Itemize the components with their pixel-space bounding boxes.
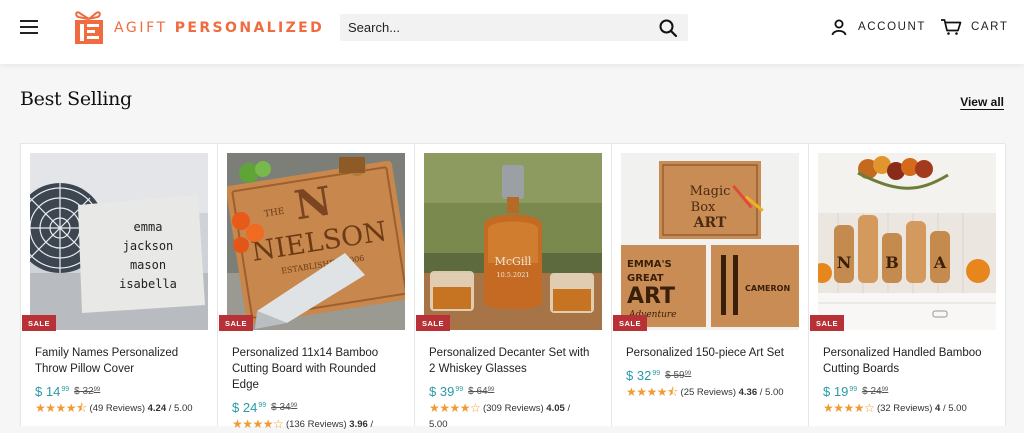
art-text-3: ART bbox=[693, 215, 727, 231]
product-image[interactable]: N B A bbox=[818, 153, 996, 330]
sale-price: $ 3999 bbox=[429, 384, 464, 399]
art-text-6: ART bbox=[627, 284, 675, 309]
price-row: $ 3299 $ 5999 bbox=[626, 368, 691, 383]
star-rating: ★★★★☆ bbox=[429, 401, 481, 415]
board-text-2: N bbox=[291, 177, 334, 229]
section-title: Best Selling bbox=[20, 88, 132, 110]
sale-badge: SALE bbox=[219, 315, 254, 331]
star-rating: ★★★★☆ bbox=[232, 417, 284, 431]
rating: ★★★★⯪ (49 Reviews) 4.24 / 5.00 bbox=[35, 401, 193, 415]
art-text-4: EMMA'S bbox=[627, 259, 672, 270]
decanter-text-1: McGill bbox=[495, 255, 532, 268]
cart-label: CART bbox=[971, 21, 1009, 33]
price-row: $ 2499 $ 3499 bbox=[232, 400, 297, 415]
star-rating: ★★★★☆ bbox=[823, 401, 875, 415]
cart-icon bbox=[941, 19, 962, 35]
cart-link[interactable]: CART bbox=[940, 18, 1009, 36]
sale-badge: SALE bbox=[613, 315, 648, 331]
product-image[interactable]: emma jackson mason isabella bbox=[30, 153, 208, 330]
art-text-5: GREAT bbox=[627, 273, 664, 284]
search-input[interactable] bbox=[348, 14, 638, 41]
price-row: $ 1499 $ 3299 bbox=[35, 384, 100, 399]
product-grid: emma jackson mason isabella SALE Family … bbox=[20, 143, 1006, 431]
price-row: $ 3999 $ 6499 bbox=[429, 384, 494, 399]
compare-price: $ 6499 bbox=[468, 386, 495, 397]
site-header: AGIFT PERSONALIZED ACCOUNT CART bbox=[0, 0, 1024, 64]
gift-logo-icon bbox=[75, 11, 103, 44]
sale-price: $ 1499 bbox=[35, 384, 70, 399]
sale-badge: SALE bbox=[810, 315, 845, 331]
view-all-link[interactable]: View all bbox=[960, 95, 1004, 109]
account-link[interactable]: ACCOUNT bbox=[830, 18, 926, 36]
logo-wordmark: AGIFT PERSONALIZED bbox=[114, 20, 325, 36]
art-text-2: Box bbox=[691, 200, 716, 215]
product-image[interactable]: McGill 10.5.2021 bbox=[424, 153, 602, 330]
rating: ★★★★☆ (32 Reviews) 4 / 5.00 bbox=[823, 401, 967, 415]
account-label: ACCOUNT bbox=[858, 21, 927, 33]
sale-badge: SALE bbox=[22, 315, 57, 331]
price-row: $ 1999 $ 2499 bbox=[823, 384, 888, 399]
star-rating: ★★★★⯪ bbox=[626, 385, 678, 399]
art-text-1: Magic bbox=[690, 184, 731, 199]
pillow-name-3: mason bbox=[130, 258, 166, 272]
search-icon[interactable] bbox=[658, 18, 678, 38]
compare-price: $ 3499 bbox=[271, 402, 298, 413]
rating: ★★★★☆ (309 Reviews) 4.05 / 5.00 bbox=[429, 401, 571, 430]
product-card[interactable]: THE N NIELSON ESTABLISHED 2006 SALE Pers… bbox=[218, 144, 415, 431]
star-rating: ★★★★⯪ bbox=[35, 401, 87, 415]
sale-price: $ 3299 bbox=[626, 368, 661, 383]
compare-price: $ 5999 bbox=[665, 370, 692, 381]
product-title[interactable]: Personalized Decanter Set with 2 Whiskey… bbox=[429, 345, 599, 377]
product-card[interactable]: Magic Box ART EMMA'S GREAT ART Adventure… bbox=[612, 144, 809, 426]
product-card[interactable]: McGill 10.5.2021 SALE Personalized Decan… bbox=[415, 144, 612, 430]
product-title[interactable]: Personalized Handled Bamboo Cutting Boar… bbox=[823, 345, 993, 377]
product-image[interactable]: THE N NIELSON ESTABLISHED 2006 bbox=[227, 153, 405, 330]
board-letter-3: A bbox=[933, 253, 947, 272]
pillow-name-4: isabella bbox=[119, 277, 177, 291]
pillow-name-2: jackson bbox=[123, 239, 174, 253]
product-image[interactable]: Magic Box ART EMMA'S GREAT ART Adventure… bbox=[621, 153, 799, 330]
board-letter-2: B bbox=[885, 253, 899, 272]
compare-price: $ 3299 bbox=[74, 386, 101, 397]
art-text-8: CAMERON bbox=[745, 284, 790, 293]
user-icon bbox=[831, 19, 847, 36]
menu-icon[interactable] bbox=[20, 18, 40, 36]
product-card[interactable]: N B A SALE Personalized Handled Bamboo C… bbox=[809, 144, 1006, 426]
sale-price: $ 2499 bbox=[232, 400, 267, 415]
sale-price: $ 1999 bbox=[823, 384, 858, 399]
sale-badge: SALE bbox=[416, 315, 451, 331]
product-title[interactable]: Personalized 150-piece Art Set bbox=[626, 345, 796, 361]
decanter-text-2: 10.5.2021 bbox=[496, 271, 529, 279]
rating: ★★★★⯪ (25 Reviews) 4.36 / 5.00 bbox=[626, 385, 784, 399]
site-logo[interactable]: AGIFT PERSONALIZED bbox=[72, 10, 324, 46]
board-letter-1: N bbox=[837, 253, 852, 272]
product-title[interactable]: Personalized 11x14 Bamboo Cutting Board … bbox=[232, 345, 402, 393]
compare-price: $ 2499 bbox=[862, 386, 889, 397]
product-card[interactable]: emma jackson mason isabella SALE Family … bbox=[21, 144, 218, 426]
search-bar bbox=[340, 14, 688, 41]
pillow-name-1: emma bbox=[134, 220, 163, 234]
product-title[interactable]: Family Names Personalized Throw Pillow C… bbox=[35, 345, 205, 377]
